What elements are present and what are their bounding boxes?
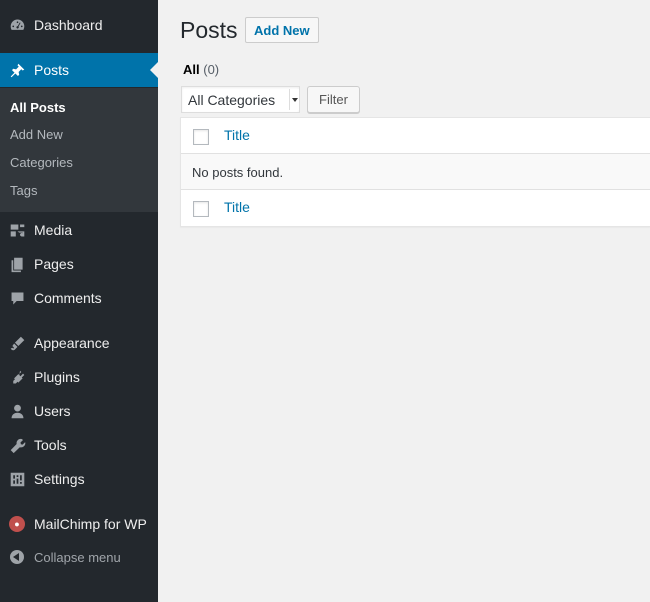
menu-item-posts[interactable]: Posts <box>0 53 158 87</box>
collapse-menu-button[interactable]: Collapse menu <box>0 540 158 574</box>
menu-label-users: Users <box>34 403 71 419</box>
media-icon <box>7 220 27 240</box>
menu-item-settings[interactable]: Settings <box>0 462 158 496</box>
add-new-button[interactable]: Add New <box>245 17 319 43</box>
menu-label-appearance: Appearance <box>34 335 110 351</box>
no-posts-message: No posts found. <box>192 165 284 180</box>
posts-table: Title No posts found. Title <box>180 117 650 227</box>
menu-label-pages: Pages <box>34 256 74 272</box>
menu-item-mailchimp[interactable]: ● MailChimp for WP <box>0 507 158 541</box>
table-header-row: Title <box>181 118 650 154</box>
submenu-add-new[interactable]: Add New <box>10 127 63 142</box>
submenu-all-posts[interactable]: All Posts <box>10 100 66 115</box>
table-footer-row: Title <box>181 190 650 226</box>
menu-label-comments: Comments <box>34 290 102 306</box>
users-icon <box>7 401 27 421</box>
page-title: Posts <box>180 17 238 43</box>
menu-label-media: Media <box>34 222 73 238</box>
posts-submenu: All Posts Add New Categories Tags <box>0 88 158 212</box>
pin-icon <box>7 60 27 80</box>
settings-icon <box>7 469 27 489</box>
menu-item-pages[interactable]: Pages <box>0 247 158 281</box>
submenu-categories[interactable]: Categories <box>10 155 73 170</box>
main-content: Posts Add New All (0) All Categories Fil… <box>158 0 650 602</box>
filter-all-count: (0) <box>203 62 220 77</box>
title-column-footer[interactable]: Title <box>224 199 250 215</box>
submenu-tags[interactable]: Tags <box>10 183 37 198</box>
status-filter-links: All (0) <box>183 62 219 77</box>
menu-item-users[interactable]: Users <box>0 394 158 428</box>
dashboard-icon <box>7 15 27 35</box>
filter-all-link[interactable]: All <box>183 62 200 77</box>
tools-icon <box>7 435 27 455</box>
menu-item-plugins[interactable]: Plugins <box>0 360 158 394</box>
filter-button[interactable]: Filter <box>307 86 360 113</box>
admin-sidebar: Dashboard Posts All Posts Add New Catego… <box>0 0 158 602</box>
select-all-checkbox[interactable] <box>193 129 209 145</box>
menu-label-mailchimp: MailChimp for WP <box>34 516 147 532</box>
menu-label-posts: Posts <box>34 62 70 78</box>
table-row: No posts found. <box>181 154 650 190</box>
collapse-icon <box>7 547 27 567</box>
menu-label-settings: Settings <box>34 471 85 487</box>
appearance-icon <box>7 333 27 353</box>
menu-item-tools[interactable]: Tools <box>0 428 158 462</box>
chevron-down-icon <box>289 89 299 110</box>
category-select[interactable]: All Categories <box>181 86 300 113</box>
comments-icon <box>7 288 27 308</box>
menu-label-dashboard: Dashboard <box>34 17 103 33</box>
collapse-menu-label: Collapse menu <box>34 549 121 565</box>
menu-label-plugins: Plugins <box>34 369 80 385</box>
menu-item-dashboard[interactable]: Dashboard <box>0 8 158 42</box>
category-select-value: All Categories <box>188 91 276 108</box>
mailchimp-icon: ● <box>7 514 27 534</box>
menu-item-appearance[interactable]: Appearance <box>0 326 158 360</box>
pages-icon <box>7 254 27 274</box>
current-menu-arrow <box>150 62 158 78</box>
title-column-header[interactable]: Title <box>224 127 250 143</box>
select-all-checkbox-footer[interactable] <box>193 201 209 217</box>
menu-label-tools: Tools <box>34 437 67 453</box>
menu-item-comments[interactable]: Comments <box>0 281 158 315</box>
plugins-icon <box>7 367 27 387</box>
menu-item-media[interactable]: Media <box>0 213 158 247</box>
